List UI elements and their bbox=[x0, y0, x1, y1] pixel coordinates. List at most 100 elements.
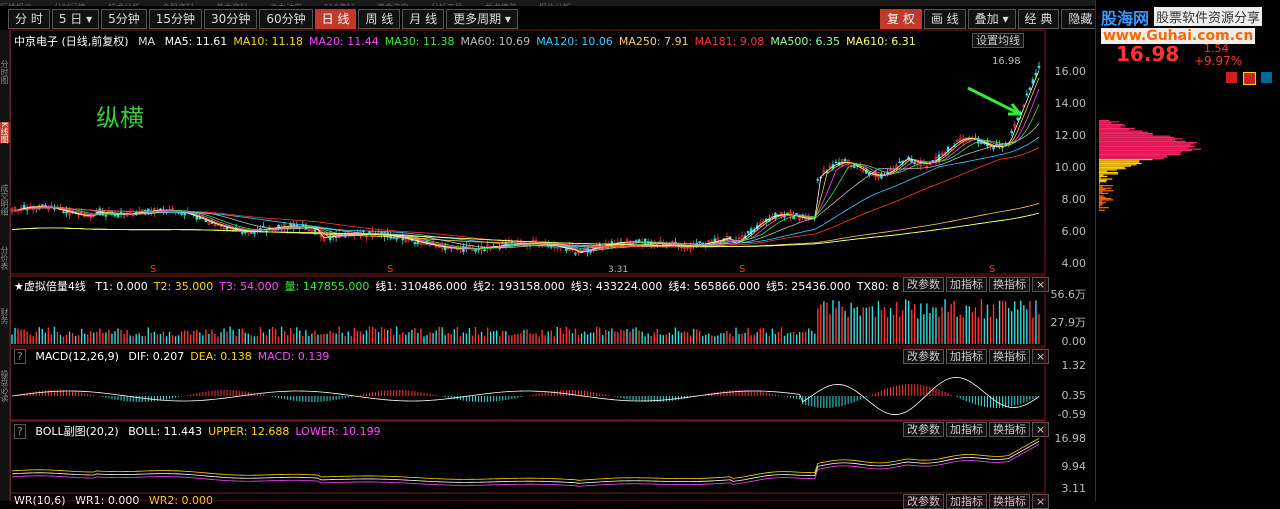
volume-bar bbox=[426, 335, 427, 344]
volume-bar bbox=[81, 329, 82, 344]
volume-bar bbox=[963, 317, 964, 344]
volume-bar bbox=[878, 301, 879, 344]
profile-bar bbox=[1099, 134, 1153, 135]
volume-bar bbox=[435, 330, 436, 344]
profile-bar bbox=[1099, 151, 1182, 152]
volume-bar bbox=[602, 335, 603, 344]
volume-bar bbox=[923, 314, 924, 344]
volume-bar bbox=[299, 330, 300, 344]
volume-bar bbox=[472, 336, 473, 344]
volume-bar bbox=[593, 333, 594, 344]
volume-bar bbox=[917, 319, 918, 344]
volume-bar bbox=[314, 331, 315, 344]
volume-bar bbox=[345, 336, 346, 344]
profile-bar bbox=[1099, 168, 1126, 169]
profile-bar bbox=[1099, 141, 1185, 142]
candle-body bbox=[1035, 73, 1037, 75]
volume-bar bbox=[981, 299, 982, 344]
volume-bar bbox=[890, 308, 891, 344]
volume-bar bbox=[766, 333, 767, 344]
profile-bar bbox=[1099, 176, 1107, 177]
volume-bar bbox=[269, 329, 270, 344]
kline-chart[interactable]: S S S S 16.98 3.31 bbox=[0, 0, 1095, 501]
volume-bar bbox=[329, 331, 330, 344]
volume-bar bbox=[438, 327, 439, 344]
candle-body bbox=[880, 174, 882, 178]
volume-bar bbox=[866, 308, 867, 344]
profile-bar bbox=[1099, 182, 1100, 183]
volume-bar bbox=[317, 335, 318, 344]
profile-bar bbox=[1099, 203, 1103, 204]
volume-bar bbox=[245, 333, 246, 344]
volume-bar bbox=[278, 336, 279, 344]
volume-bar bbox=[102, 333, 103, 344]
volume-bar bbox=[399, 334, 400, 344]
volume-bar bbox=[796, 334, 797, 344]
volume-bar bbox=[960, 315, 961, 344]
volume-bar bbox=[29, 334, 30, 344]
ma-line bbox=[12, 213, 1039, 246]
candle-body bbox=[574, 253, 576, 254]
axis-tick-label: 4.00 bbox=[1046, 257, 1086, 270]
volume-bar bbox=[251, 335, 252, 344]
candle-body bbox=[368, 232, 370, 233]
volume-bar bbox=[26, 331, 27, 344]
volume-bar bbox=[396, 327, 397, 344]
volume-bar bbox=[460, 336, 461, 344]
volume-bar bbox=[590, 333, 591, 344]
volume-bar bbox=[526, 329, 527, 344]
volume-bar bbox=[875, 317, 876, 344]
volume-bar bbox=[384, 329, 385, 344]
volume-bar bbox=[893, 315, 894, 344]
panel-frame bbox=[10, 421, 1045, 493]
volume-bar bbox=[966, 306, 967, 344]
candle-body bbox=[241, 232, 243, 233]
volume-bar bbox=[953, 301, 954, 344]
volume-bar bbox=[266, 335, 267, 344]
right-info-panel: 股海网 股票软件资源分享 www.Guhai.com.cn 16.98 1.54… bbox=[1095, 0, 1280, 501]
candle-body bbox=[484, 250, 486, 251]
volume-bar bbox=[190, 334, 191, 344]
volume-bar bbox=[887, 317, 888, 344]
volume-bar bbox=[829, 314, 830, 344]
volume-bar bbox=[232, 330, 233, 344]
volume-bar bbox=[902, 310, 903, 344]
volume-bar bbox=[599, 327, 600, 344]
profile-bar bbox=[1099, 145, 1191, 146]
candle-body bbox=[1026, 94, 1028, 95]
volume-bar bbox=[33, 336, 34, 344]
volume-bar bbox=[1005, 301, 1006, 344]
volume-bar bbox=[220, 332, 221, 344]
volume-bar bbox=[154, 332, 155, 344]
volume-bar bbox=[835, 308, 836, 344]
profile-bar bbox=[1099, 175, 1103, 176]
volume-bar bbox=[454, 329, 455, 344]
volume-bar bbox=[126, 330, 127, 344]
volume-bar bbox=[348, 331, 349, 344]
profile-bar bbox=[1099, 190, 1114, 191]
profile-bar bbox=[1099, 193, 1108, 194]
volume-bar bbox=[142, 336, 143, 344]
volume-bar bbox=[920, 303, 921, 344]
volume-bar bbox=[354, 328, 355, 344]
volume-bar bbox=[148, 328, 149, 344]
profile-bar bbox=[1099, 136, 1170, 137]
candle-body bbox=[181, 213, 183, 214]
volume-bar bbox=[820, 304, 821, 344]
volume-bar bbox=[532, 334, 533, 344]
volume-bar bbox=[338, 327, 339, 344]
volume-bar bbox=[139, 333, 140, 344]
candle-body bbox=[475, 249, 477, 251]
volume-bar bbox=[935, 308, 936, 344]
candle-body bbox=[817, 179, 819, 180]
volume-bar bbox=[950, 304, 951, 344]
profile-bar bbox=[1099, 121, 1119, 122]
volume-bar bbox=[342, 333, 343, 344]
volume-bar bbox=[54, 327, 55, 344]
ma-line bbox=[12, 89, 1039, 251]
profile-bar bbox=[1099, 164, 1136, 165]
volume-bar bbox=[772, 329, 773, 344]
volume-bar bbox=[72, 333, 73, 344]
volume-bar bbox=[429, 332, 430, 344]
volume-bar bbox=[708, 334, 709, 344]
